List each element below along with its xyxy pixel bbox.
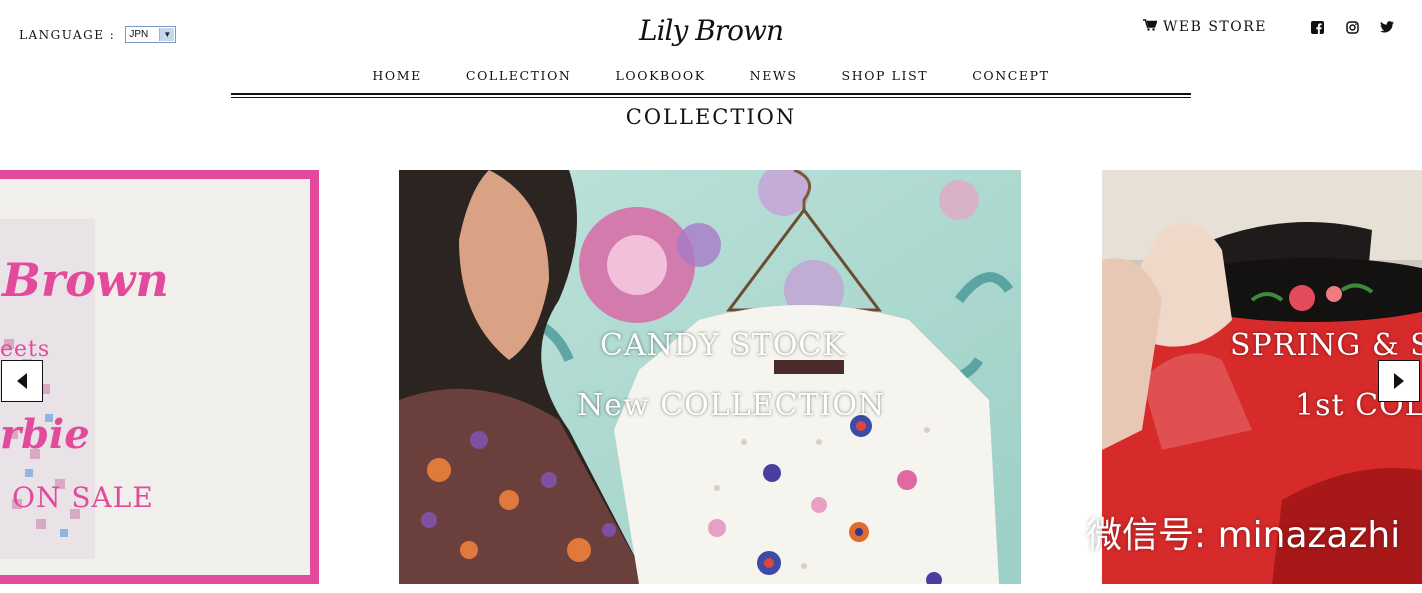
carousel-prev-button[interactable]: [1, 360, 43, 402]
nav-collection[interactable]: COLLECTION: [466, 68, 572, 83]
carousel-next-button[interactable]: [1378, 360, 1420, 402]
wechat-watermark: 微信号: minazazhi: [1020, 506, 1400, 558]
slide-left-line2: rbie: [0, 411, 90, 458]
slide-left-illustration: [0, 219, 95, 559]
nav-divider: [231, 93, 1191, 95]
webstore-link[interactable]: WEB STORE: [1142, 19, 1267, 35]
chevron-left-icon: [17, 373, 27, 389]
carousel-slide-center[interactable]: CANDY STOCK New COLLECTION: [399, 170, 1021, 584]
facebook-icon[interactable]: [1310, 20, 1324, 34]
header-links: WEB STORE: [1142, 19, 1394, 35]
twitter-icon[interactable]: [1380, 20, 1394, 34]
chevron-right-icon: [1394, 373, 1404, 389]
page-title: COLLECTION: [625, 105, 797, 129]
instagram-icon[interactable]: [1345, 20, 1359, 34]
slide-center-photo: [399, 170, 1021, 584]
nav-home[interactable]: HOME: [372, 68, 421, 83]
carousel-slide-left[interactable]: Brown eets rbie ON SALE: [0, 170, 319, 584]
slide-left-line1: eets: [0, 337, 51, 362]
nav-concept[interactable]: CONCEPT: [972, 68, 1049, 83]
slide-center-subtitle: New COLLECTION: [577, 388, 886, 423]
nav-divider-thin: [231, 97, 1191, 98]
wechat-icon: [1021, 511, 1078, 553]
slide-left-brand: Brown: [2, 253, 169, 307]
main-nav: HOME COLLECTION LOOKBOOK NEWS SHOP LIST …: [231, 68, 1191, 83]
nav-news[interactable]: NEWS: [750, 68, 798, 83]
slide-left-line3: ON SALE: [12, 481, 154, 514]
slide-right-title: SPRING & SU: [1230, 328, 1422, 363]
slide-center-title: CANDY STOCK: [600, 328, 846, 363]
nav-lookbook[interactable]: LOOKBOOK: [615, 68, 705, 83]
webstore-label: WEB STORE: [1162, 19, 1267, 35]
cart-icon: [1142, 19, 1158, 35]
nav-shop-list[interactable]: SHOP LIST: [842, 68, 929, 83]
slide-left-image: Brown eets rbie ON SALE: [0, 179, 310, 575]
watermark-text: 微信号: minazazhi: [1086, 515, 1401, 556]
